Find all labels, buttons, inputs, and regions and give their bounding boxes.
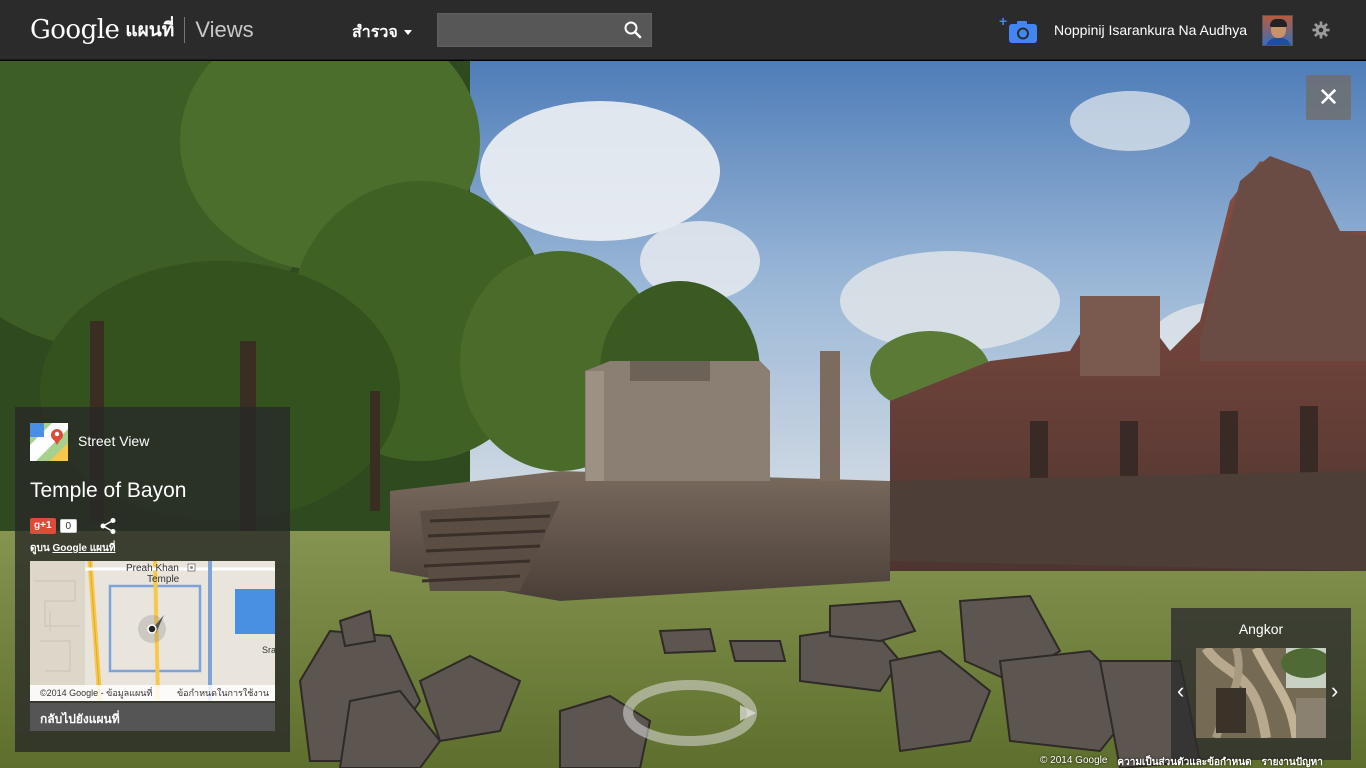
view-on-maps-prefix: ดูบน (30, 543, 50, 554)
top-bar: Google แผนที่ Views สำรวจ + Noppinij Isa… (0, 0, 1366, 60)
chevron-down-icon (403, 30, 412, 35)
search-icon[interactable] (623, 20, 643, 40)
street-view-label: Street View (78, 433, 150, 449)
back-to-map-button[interactable]: กลับไปยังแผนที่ (30, 703, 275, 731)
mini-map[interactable]: Preah Khan Temple Sra (30, 561, 275, 701)
place-info-panel: Street View Temple of Bayon g+1 0 ดูบน G… (15, 407, 290, 752)
share-icon[interactable] (99, 517, 117, 535)
close-icon[interactable]: ✕ (1306, 75, 1351, 120)
gplus-one-button[interactable]: g+1 0 (30, 518, 78, 534)
search-box (437, 13, 652, 47)
album-thumbnail[interactable] (1196, 648, 1326, 738)
google-maps-link[interactable]: Google แผนที่ (52, 543, 115, 554)
explore-menu-button[interactable]: สำรวจ (352, 20, 412, 45)
view-on-maps: ดูบน Google แผนที่ (30, 541, 115, 556)
gplus-count: 0 (59, 519, 78, 533)
search-input[interactable] (438, 14, 618, 46)
report-problem-link[interactable]: รายงานปัญหา (1262, 755, 1323, 768)
place-title: Temple of Bayon (30, 479, 187, 502)
google-maps-views-logo[interactable]: Google แผนที่ Views (30, 14, 254, 46)
map-place-label: Preah Khan (126, 563, 179, 574)
svg-text:+: + (999, 15, 1007, 29)
viewer-footer: © 2014 Google ความเป็นส่วนตัวและข้อกำหนด… (1040, 755, 1323, 768)
album-panel: Angkor ‹ › (1171, 608, 1351, 760)
navigation-ring[interactable] (620, 675, 760, 750)
album-thumbnail-image (1196, 648, 1326, 738)
gear-icon[interactable] (1312, 21, 1330, 39)
map-edge-label: Sra (262, 645, 275, 655)
privacy-terms-link[interactable]: ความเป็นส่วนตัวและข้อกำหนด (1117, 755, 1251, 768)
street-view-icon (30, 423, 68, 461)
avatar[interactable] (1262, 15, 1293, 46)
logo-google-text: Google (30, 15, 120, 45)
chevron-left-icon[interactable]: ‹ (1177, 678, 1184, 704)
map-attribution: ©2014 Google - ข้อมูลแผนที่ ข้อกำหนดในกา… (30, 685, 275, 701)
explore-label: สำรวจ (352, 24, 398, 41)
footer-copyright: © 2014 Google (1040, 755, 1108, 766)
logo-maps-text: แผนที่ (125, 20, 175, 41)
chevron-right-icon[interactable]: › (1331, 678, 1338, 704)
map-place-label-2: Temple (147, 574, 180, 585)
map-terms-link[interactable]: ข้อกำหนดในการใช้งาน (177, 686, 269, 700)
camera-plus-icon[interactable]: + (999, 15, 1039, 45)
logo-views-text: Views (195, 17, 254, 42)
mini-map-image: Preah Khan Temple Sra (30, 561, 275, 701)
map-copyright: ©2014 Google - ข้อมูลแผนที่ (40, 688, 153, 698)
account-name[interactable]: Noppinij Isarankura Na Audhya (1054, 22, 1247, 38)
gplus-label: g+1 (30, 518, 56, 534)
album-title: Angkor (1238, 621, 1284, 637)
logo-divider (184, 17, 186, 43)
